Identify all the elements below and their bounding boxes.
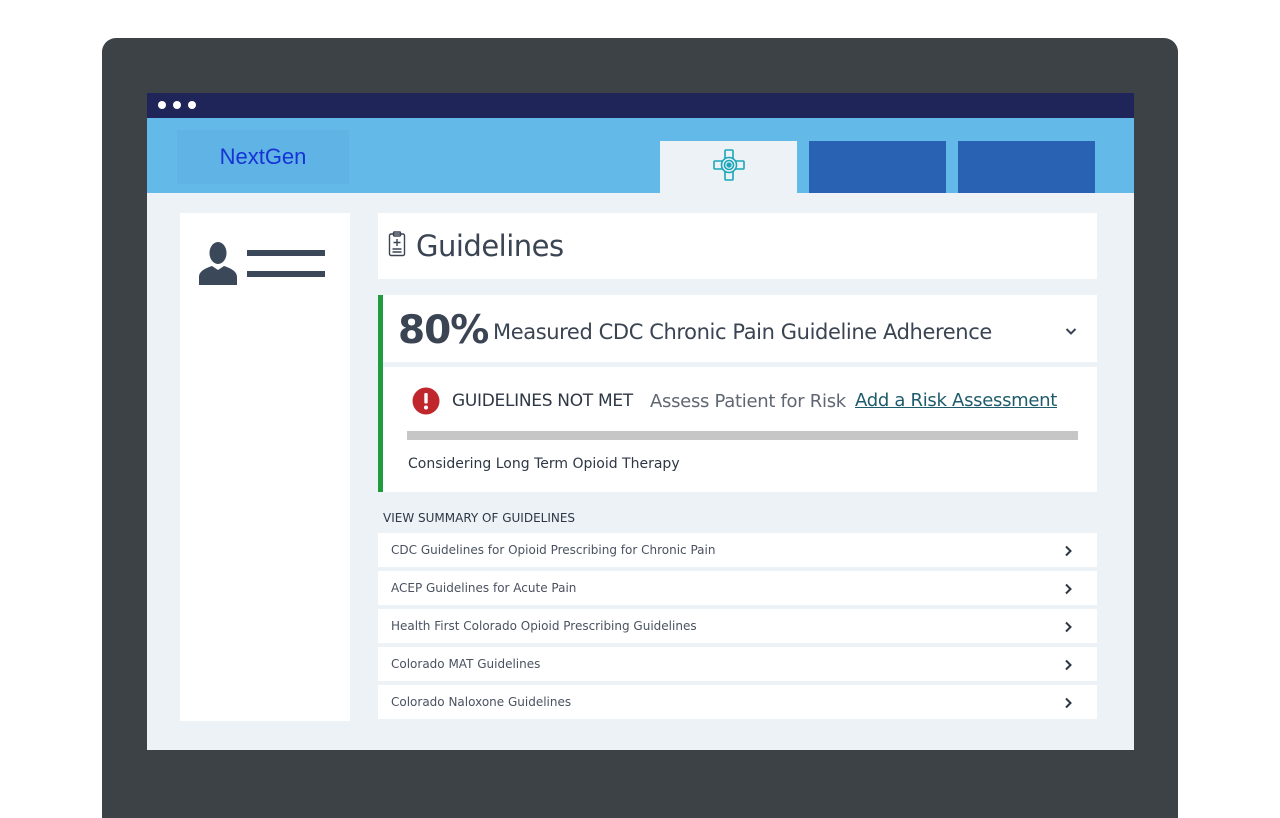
alert-circle-icon [412, 387, 440, 420]
list-item[interactable]: ACEP Guidelines for Acute Pain [378, 571, 1097, 605]
list-item[interactable]: Colorado Naloxone Guidelines [378, 685, 1097, 719]
brand-logo[interactable]: NextGen [177, 130, 349, 184]
summary-heading: VIEW SUMMARY OF GUIDELINES [383, 511, 576, 525]
list-item[interactable]: Health First Colorado Opioid Prescribing… [378, 609, 1097, 643]
adherence-percent: 80% [398, 308, 489, 353]
list-item[interactable]: CDC Guidelines for Opioid Prescribing fo… [378, 533, 1097, 567]
list-item[interactable]: Colorado MAT Guidelines [378, 647, 1097, 681]
window-dot[interactable] [188, 101, 196, 109]
adherence-label: Measured CDC Chronic Pain Guideline Adhe… [493, 320, 992, 344]
action-text: Assess Patient for Risk [650, 391, 846, 412]
tab-tertiary[interactable] [958, 141, 1095, 193]
tab-guidelines[interactable] [660, 141, 797, 193]
list-item-label: Colorado MAT Guidelines [391, 657, 541, 671]
clipboard-icon [388, 230, 406, 262]
therapy-note: Considering Long Term Opioid Therapy [408, 456, 680, 472]
progress-divider [407, 431, 1078, 440]
list-item-label: Colorado Naloxone Guidelines [391, 695, 572, 709]
medical-cross-icon [712, 148, 746, 187]
adherence-summary[interactable]: 80% Measured CDC Chronic Pain Guideline … [383, 295, 1097, 362]
adherence-card: 80% Measured CDC Chronic Pain Guideline … [378, 295, 1097, 492]
page-title: Guidelines [416, 229, 564, 263]
app-window: NextGen Guidelines 80% Measured CDC Chro… [147, 93, 1134, 750]
list-item-label: ACEP Guidelines for Acute Pain [391, 581, 577, 595]
guidelines-header: Guidelines [378, 213, 1097, 279]
chevron-right-icon [1064, 620, 1073, 638]
chevron-right-icon [1064, 582, 1073, 600]
patient-sidebar [180, 213, 350, 721]
list-item-label: CDC Guidelines for Opioid Prescribing fo… [391, 543, 716, 557]
chevron-right-icon [1064, 696, 1073, 714]
window-dot[interactable] [158, 101, 166, 109]
guidelines-list: CDC Guidelines for Opioid Prescribing fo… [378, 533, 1097, 723]
status-badge: GUIDELINES NOT MET [452, 391, 633, 411]
add-risk-assessment-link[interactable]: Add a Risk Assessment [855, 390, 1057, 411]
user-avatar-icon[interactable] [198, 239, 238, 290]
chevron-right-icon [1064, 658, 1073, 676]
chevron-right-icon [1064, 544, 1073, 562]
tab-secondary[interactable] [809, 141, 946, 193]
window-titlebar [147, 93, 1134, 118]
window-dot[interactable] [173, 101, 181, 109]
list-item-label: Health First Colorado Opioid Prescribing… [391, 619, 697, 633]
top-navigation: NextGen [147, 118, 1134, 193]
chevron-down-icon[interactable] [1065, 323, 1077, 341]
guideline-status-panel: GUIDELINES NOT MET Assess Patient for Ri… [383, 367, 1097, 492]
